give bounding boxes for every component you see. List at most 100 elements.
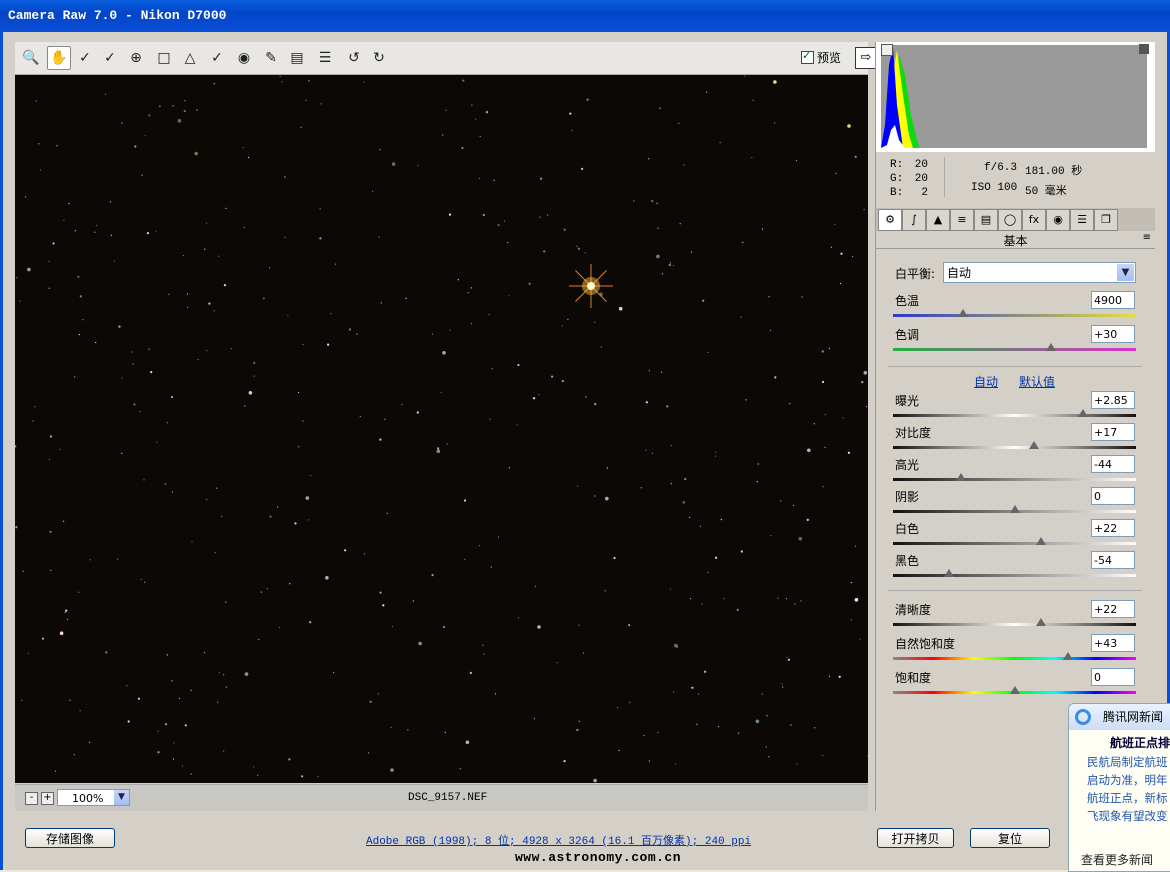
graduated-filter-icon[interactable]: ▤: [286, 47, 308, 69]
star: [800, 600, 802, 602]
color-sampler-icon[interactable]: ✓: [99, 47, 121, 69]
control-slider-thumb[interactable]: [956, 473, 967, 481]
image-preview[interactable]: [15, 75, 868, 783]
target-adjust-icon[interactable]: ⊕: [125, 47, 147, 69]
tab-hsl-icon[interactable]: ≡: [950, 209, 974, 231]
save-image-button[interactable]: 存储图像: [25, 828, 115, 848]
control-slider-thumb[interactable]: [1062, 652, 1073, 660]
control-value-input[interactable]: -44: [1091, 455, 1135, 473]
tab-presets-icon[interactable]: ☰: [1070, 209, 1094, 231]
panel-menu-icon[interactable]: ≡: [1143, 232, 1151, 243]
control-slider-track[interactable]: [893, 542, 1136, 545]
star: [444, 731, 446, 734]
star: [218, 672, 220, 674]
rotate-right-icon[interactable]: ↻: [368, 47, 390, 69]
star: [761, 228, 764, 230]
star: [184, 100, 186, 102]
control-slider-track[interactable]: [893, 446, 1136, 449]
zoom-icon[interactable]: 🔍: [20, 47, 42, 69]
star: [577, 247, 580, 250]
preview-checkbox[interactable]: 预览: [801, 49, 841, 66]
star: [320, 103, 322, 105]
control-value-input[interactable]: 0: [1091, 487, 1135, 505]
control-value-input[interactable]: +22: [1091, 600, 1135, 618]
news-popup[interactable]: 腾讯网新闻 航班正点排 民航局制定航班 启动为准，明年 航班正点，新标 飞现象有…: [1068, 703, 1170, 872]
star: [442, 134, 444, 136]
control-slider-thumb[interactable]: [1009, 505, 1020, 513]
control-slider-thumb[interactable]: [1045, 343, 1056, 351]
control-slider-thumb[interactable]: [1028, 441, 1039, 449]
straighten-icon[interactable]: △: [179, 47, 201, 69]
hand-icon[interactable]: ✋: [47, 46, 71, 70]
chevron-down-icon[interactable]: ▼: [114, 790, 129, 805]
zoom-out-button[interactable]: -: [25, 792, 38, 805]
control-value-input[interactable]: +22: [1091, 519, 1135, 537]
white-balance-icon[interactable]: ✓: [74, 47, 96, 69]
news-more-link[interactable]: 查看更多新闻: [1081, 851, 1153, 868]
adjustment-brush-icon[interactable]: ✎: [260, 47, 282, 69]
spot-removal-icon[interactable]: ✓: [206, 47, 228, 69]
control-slider-track[interactable]: [893, 657, 1136, 660]
tab-detail-icon[interactable]: ▲: [926, 209, 950, 231]
crop-icon[interactable]: □: [153, 47, 175, 69]
open-copy-button[interactable]: 打开拷贝: [877, 828, 954, 848]
chevron-down-icon[interactable]: ▼: [1117, 264, 1134, 281]
control-slider-track[interactable]: [893, 314, 1136, 317]
star: [56, 145, 58, 147]
shadow-clipping-icon[interactable]: [881, 44, 893, 56]
control-slider-track[interactable]: [893, 623, 1136, 626]
workflow-options-link[interactable]: Adobe RGB (1998); 8 位; 4928 x 3264 (16.1…: [366, 832, 751, 848]
control-value-input[interactable]: +17: [1091, 423, 1135, 441]
white-balance-value: 自动: [947, 266, 972, 280]
control-slider-thumb[interactable]: [958, 309, 969, 317]
rotate-left-icon[interactable]: ↺: [343, 47, 365, 69]
control-value-input[interactable]: +43: [1091, 634, 1135, 652]
star: [418, 641, 422, 646]
control-slider-track[interactable]: [893, 478, 1136, 481]
white-balance-select[interactable]: 自动 ▼: [943, 262, 1136, 283]
preferences-icon[interactable]: ☰: [314, 47, 336, 69]
tab-camera-calibration-icon[interactable]: ◉: [1046, 209, 1070, 231]
reset-button[interactable]: 复位: [970, 828, 1050, 848]
control-slider-track[interactable]: [893, 414, 1136, 417]
star: [604, 590, 606, 592]
control-value-input[interactable]: +30: [1091, 325, 1135, 343]
zoom-select[interactable]: 100% ▼: [57, 789, 130, 806]
control-slider-thumb[interactable]: [1036, 537, 1047, 545]
control-value-input[interactable]: 0: [1091, 668, 1135, 686]
highlight-clipping-icon[interactable]: [1139, 44, 1149, 54]
star: [69, 699, 71, 701]
tab-split-toning-icon[interactable]: ▤: [974, 209, 998, 231]
control-slider-track[interactable]: [893, 574, 1136, 577]
star: [806, 518, 809, 521]
star: [628, 624, 631, 627]
red-eye-icon[interactable]: ◉: [233, 47, 255, 69]
auto-link[interactable]: 自动: [974, 373, 998, 390]
separator: [888, 590, 1142, 591]
control-slider-thumb[interactable]: [1009, 686, 1020, 694]
control-slider-track[interactable]: [893, 348, 1136, 351]
checkbox-icon[interactable]: [801, 49, 814, 64]
tab-lens-icon[interactable]: ◯: [998, 209, 1022, 231]
star: [390, 768, 394, 772]
zoom-in-button[interactable]: +: [41, 792, 54, 805]
control-slider-thumb[interactable]: [943, 569, 954, 577]
star: [757, 463, 759, 465]
default-link[interactable]: 默认值: [1019, 373, 1055, 390]
control-value-input[interactable]: +2.85: [1091, 391, 1135, 409]
tab-snapshots-icon[interactable]: ❐: [1094, 209, 1118, 231]
star: [205, 222, 208, 224]
tab-tone-curve-icon[interactable]: ∫: [902, 209, 926, 231]
control-slider-thumb[interactable]: [1036, 618, 1047, 626]
star: [266, 588, 268, 590]
fullscreen-toggle-icon[interactable]: ⇨: [855, 47, 877, 69]
tab-fx-icon[interactable]: fx: [1022, 209, 1046, 231]
bright-star: [569, 264, 613, 308]
control-slider-thumb[interactable]: [1077, 409, 1088, 417]
control-value-input[interactable]: 4900: [1091, 291, 1135, 309]
tab-basic-icon[interactable]: ⚙: [878, 209, 902, 231]
news-headline[interactable]: 航班正点排: [1069, 734, 1170, 751]
news-body[interactable]: 民航局制定航班 启动为准，明年 航班正点，新标 飞现象有望改变: [1069, 753, 1170, 825]
control-value-input[interactable]: -54: [1091, 551, 1135, 569]
news-header: 腾讯网新闻: [1069, 704, 1170, 730]
